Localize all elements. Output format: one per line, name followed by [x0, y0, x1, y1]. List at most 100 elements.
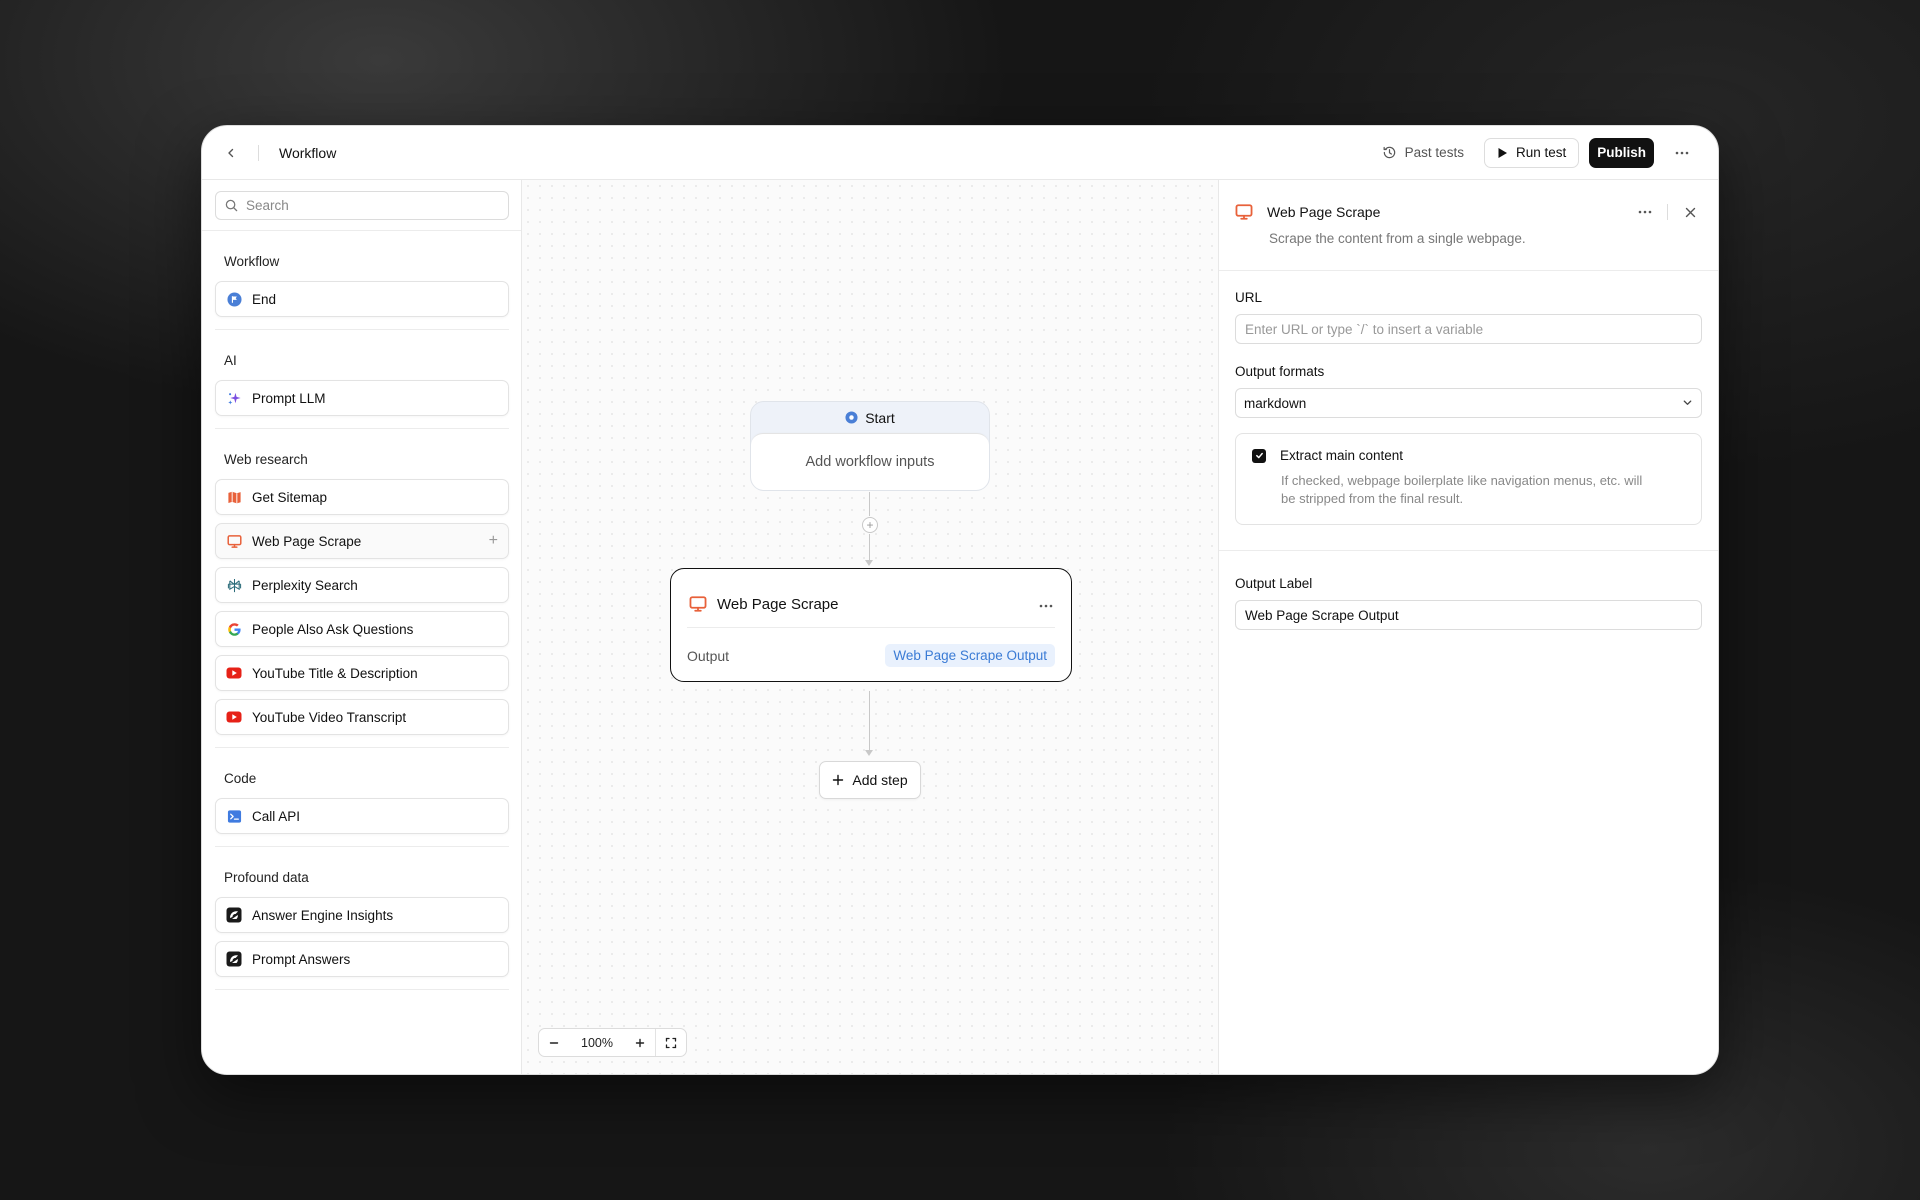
sidebar-item-answer-engine-insights[interactable]: Answer Engine Insights — [215, 897, 509, 933]
url-placeholder: Enter URL or type `/` to insert a variab… — [1245, 321, 1484, 337]
section-title: Code — [224, 771, 257, 786]
url-label: URL — [1235, 290, 1263, 305]
extract-main-content-row: Extract main content — [1252, 448, 1685, 463]
run-test-button[interactable]: Run test — [1483, 137, 1580, 168]
youtube-icon — [226, 665, 242, 681]
more-options-icon[interactable] — [1668, 139, 1696, 167]
sidebar-item-youtube-transcript[interactable]: YouTube Video Transcript — [215, 699, 509, 735]
section-title: Web research — [224, 452, 308, 467]
panel-title: Web Page Scrape — [1267, 204, 1381, 220]
sidebar-item-call-api[interactable]: Call API — [215, 798, 509, 834]
profound-icon — [226, 951, 242, 967]
terminal-icon — [226, 808, 242, 824]
topbar-divider — [258, 144, 259, 161]
sidebar-item-prompt-llm[interactable]: Prompt LLM — [215, 380, 509, 416]
output-label-input[interactable]: Web Page Scrape Output — [1235, 600, 1702, 630]
sidebar-item-youtube-title[interactable]: YouTube Title & Description — [215, 655, 509, 691]
workflow-canvas[interactable]: Start Add workflow inputs + Web Page Scr… — [522, 180, 1218, 1074]
history-icon — [1383, 146, 1395, 159]
output-formats-select[interactable]: markdown — [1235, 388, 1702, 418]
search-icon — [225, 199, 238, 212]
sidebar-item-label: People Also Ask Questions — [252, 621, 414, 637]
sparkle-icon — [226, 390, 242, 406]
top-bar: Workflow Past tests Run test Publish — [202, 126, 1718, 180]
connector-line — [869, 534, 870, 560]
section-ai: AI Prompt LLM — [202, 330, 521, 429]
step-output-label: Output — [687, 647, 730, 664]
connector-arrow — [865, 560, 873, 566]
output-label-title: Output Label — [1235, 576, 1313, 591]
start-node[interactable]: Start Add workflow inputs — [750, 401, 990, 491]
add-step-button[interactable]: Add step — [819, 761, 921, 799]
zoom-in-button[interactable] — [625, 1029, 655, 1056]
play-icon — [1498, 147, 1507, 158]
start-node-header: Start — [751, 402, 989, 433]
section-web-research: Web research Get Sitemap Web Page Scrape… — [202, 429, 521, 748]
map-icon — [226, 489, 242, 505]
add-step-plus-icon[interactable]: + — [489, 532, 498, 550]
sidebar-item-label: YouTube Video Transcript — [252, 709, 407, 725]
output-formats-value: markdown — [1244, 395, 1307, 411]
run-test-label: Run test — [1515, 145, 1567, 160]
panel-actions — [1633, 200, 1702, 224]
sidebar-item-label: Prompt Answers — [252, 951, 351, 967]
sidebar-item-label: Perplexity Search — [252, 577, 358, 593]
sidebar-item-get-sitemap[interactable]: Get Sitemap — [215, 479, 509, 515]
sidebar-item-perplexity-search[interactable]: Perplexity Search — [215, 567, 509, 603]
zoom-out-button[interactable] — [539, 1029, 569, 1056]
add-workflow-inputs-button[interactable]: Add workflow inputs — [751, 433, 989, 490]
connector-line — [869, 691, 870, 751]
sidebar-item-prompt-answers[interactable]: Prompt Answers — [215, 941, 509, 977]
panel-divider — [1219, 550, 1718, 551]
insert-step-plus-icon[interactable]: + — [862, 517, 878, 533]
zoom-level: 100% — [581, 1035, 613, 1050]
close-icon[interactable] — [1678, 200, 1702, 224]
sidebar-item-label: Prompt LLM — [252, 390, 326, 406]
step-output-chip[interactable]: Web Page Scrape Output — [885, 644, 1055, 667]
step-node-title: Web Page Scrape — [717, 595, 839, 613]
section-title: AI — [224, 353, 237, 368]
extract-main-content-card: Extract main content If checked, webpage… — [1235, 433, 1702, 525]
check-icon — [1255, 452, 1263, 459]
connector-line — [869, 492, 870, 516]
start-node-label: Start — [865, 409, 895, 426]
monitor-icon — [1235, 203, 1253, 221]
panel-separator — [1667, 204, 1668, 220]
panel-title-row: Web Page Scrape — [1235, 200, 1702, 224]
connector-arrow — [865, 750, 873, 756]
step-config-panel: Web Page Scrape Scrape the content from … — [1218, 180, 1718, 1074]
chevron-down-icon — [1682, 396, 1693, 411]
panel-description: Scrape the content from a single webpage… — [1269, 231, 1526, 246]
fit-view-button[interactable] — [656, 1029, 686, 1056]
add-step-label: Add step — [852, 772, 908, 788]
panel-more-icon[interactable] — [1633, 200, 1657, 224]
past-tests-button[interactable]: Past tests — [1372, 139, 1474, 166]
section-code: Code Call API — [202, 748, 521, 847]
plus-icon — [833, 774, 844, 786]
sidebar-item-label: Web Page Scrape — [252, 533, 362, 549]
sidebar-item-people-also-ask[interactable]: People Also Ask Questions — [215, 611, 509, 647]
sidebar-item-label: End — [252, 291, 277, 307]
output-formats-label: Output formats — [1235, 364, 1325, 379]
step-more-icon[interactable] — [1039, 595, 1053, 613]
url-input[interactable]: Enter URL or type `/` to insert a variab… — [1235, 314, 1702, 344]
back-button[interactable] — [218, 140, 244, 166]
monitor-icon — [689, 595, 707, 613]
chevron-left-icon — [228, 148, 234, 157]
page-title: Workflow — [279, 144, 337, 161]
extract-desc-line-2: be stripped from the final result. — [1281, 491, 1464, 506]
search-wrap: Search — [202, 180, 521, 231]
start-icon — [845, 411, 858, 424]
extract-main-content-checkbox[interactable] — [1252, 448, 1266, 463]
publish-button[interactable]: Publish — [1589, 137, 1654, 168]
search-input[interactable]: Search — [215, 191, 509, 220]
sidebar-item-label: Call API — [252, 808, 301, 824]
sidebar-item-label: Get Sitemap — [252, 489, 328, 505]
sidebar-item-end[interactable]: End — [215, 281, 509, 317]
web-page-scrape-node[interactable]: Web Page Scrape Output Web Page Scrape O… — [670, 568, 1072, 682]
flag-icon — [226, 291, 242, 307]
sidebar-item-web-page-scrape[interactable]: Web Page Scrape + — [215, 523, 509, 559]
step-output-row: Output Web Page Scrape Output — [671, 628, 1071, 667]
section-workflow: Workflow End — [202, 231, 521, 330]
section-divider — [215, 989, 509, 990]
